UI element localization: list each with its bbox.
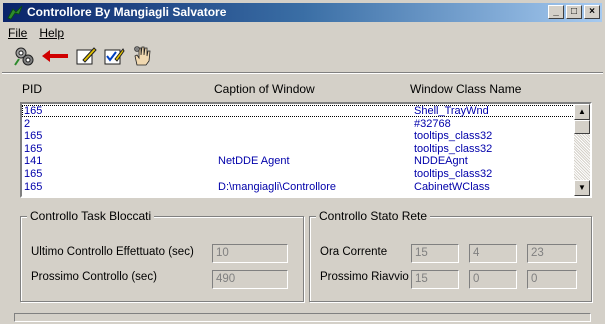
hand-icon[interactable] (130, 44, 154, 68)
row-class: NDDEAgnt (414, 155, 468, 168)
scroll-thumb[interactable] (574, 120, 590, 134)
next-check-field[interactable]: 490 (212, 270, 288, 289)
main-window: Controllore By Mangiagli Salvatore _ □ ×… (0, 0, 605, 324)
app-icon (7, 5, 23, 20)
row-caption: D:\mangiagli\Controllore (218, 180, 336, 193)
next-restart-label: Prossimo Riavvio (320, 271, 409, 283)
menu-help[interactable]: Help (39, 24, 64, 42)
vertical-scrollbar[interactable]: ▲ ▼ (574, 104, 590, 196)
toolbar (12, 43, 154, 69)
column-header-class[interactable]: Window Class Name (410, 82, 521, 96)
next-restart-seconds-field[interactable]: 0 (527, 270, 577, 289)
toolbar-separator (2, 72, 603, 74)
row-pid: 165 (24, 180, 43, 193)
title-bar[interactable]: Controllore By Mangiagli Salvatore _ □ × (3, 3, 602, 22)
row-class: #32768 (414, 117, 451, 130)
row-class: tooltips_class32 (414, 130, 493, 143)
network-group-title: Controllo Stato Rete (316, 209, 431, 223)
gears-icon[interactable] (12, 44, 36, 68)
menu-file[interactable]: File (8, 24, 27, 42)
list-row[interactable]: 165 tooltips_class32 (22, 143, 575, 155)
last-check-field[interactable]: 10 (212, 244, 288, 263)
status-bar (14, 313, 591, 322)
row-pid: 165 (24, 130, 43, 143)
window-title: Controllore By Mangiagli Salvatore (27, 5, 227, 19)
row-class: tooltips_class32 (414, 168, 493, 180)
maximize-button[interactable]: □ (566, 5, 582, 19)
row-class: tooltips_class32 (414, 142, 493, 155)
current-time-label: Ora Corrente (320, 246, 388, 258)
next-restart-minutes-field[interactable]: 0 (469, 270, 517, 289)
task-group-title: Controllo Task Bloccati (27, 209, 155, 223)
list-row[interactable]: 165 D:\mangiagli\Controllore CabinetWClass (22, 181, 575, 193)
row-pid: 141 (24, 155, 43, 168)
scroll-up-button[interactable]: ▲ (574, 104, 590, 120)
list-row[interactable]: 141 NetDDE Agent NDDEAgnt (22, 155, 575, 167)
menu-bar: File Help (4, 24, 64, 42)
back-arrow-icon[interactable] (40, 44, 70, 68)
column-header-pid[interactable]: PID (22, 82, 42, 96)
minimize-button[interactable]: _ (548, 5, 564, 19)
list-row[interactable]: 165 tooltips_class32 (22, 168, 575, 180)
list-row[interactable]: 165 Shell_TrayWnd (22, 105, 575, 117)
list-row[interactable]: 2 #32768 (22, 118, 575, 130)
next-check-label: Prossimo Controllo (sec) (31, 271, 157, 283)
row-class: Shell_TrayWnd (414, 105, 489, 117)
column-header-caption[interactable]: Caption of Window (214, 82, 315, 96)
edit-check-icon[interactable] (102, 44, 126, 68)
current-time-hours-field[interactable]: 15 (411, 244, 459, 263)
next-restart-hours-field[interactable]: 15 (411, 270, 459, 289)
row-pid: 2 (24, 117, 31, 130)
window-list[interactable]: 165 Shell_TrayWnd 2 #32768 165 tooltips_class… (20, 102, 592, 198)
current-time-minutes-field[interactable]: 4 (469, 244, 517, 263)
current-time-seconds-field[interactable]: 23 (527, 244, 577, 263)
close-button[interactable]: × (584, 5, 600, 19)
row-caption: NetDDE Agent (218, 155, 290, 168)
list-row[interactable]: 165 tooltips_class32 (22, 130, 575, 142)
scroll-down-button[interactable]: ▼ (574, 180, 590, 196)
row-class: CabinetWClass (414, 180, 490, 193)
row-pid: 165 (24, 105, 43, 117)
edit-icon[interactable] (74, 44, 98, 68)
row-pid: 165 (24, 142, 43, 155)
last-check-label: Ultimo Controllo Effettuato (sec) (31, 246, 194, 258)
row-pid: 165 (24, 168, 43, 180)
